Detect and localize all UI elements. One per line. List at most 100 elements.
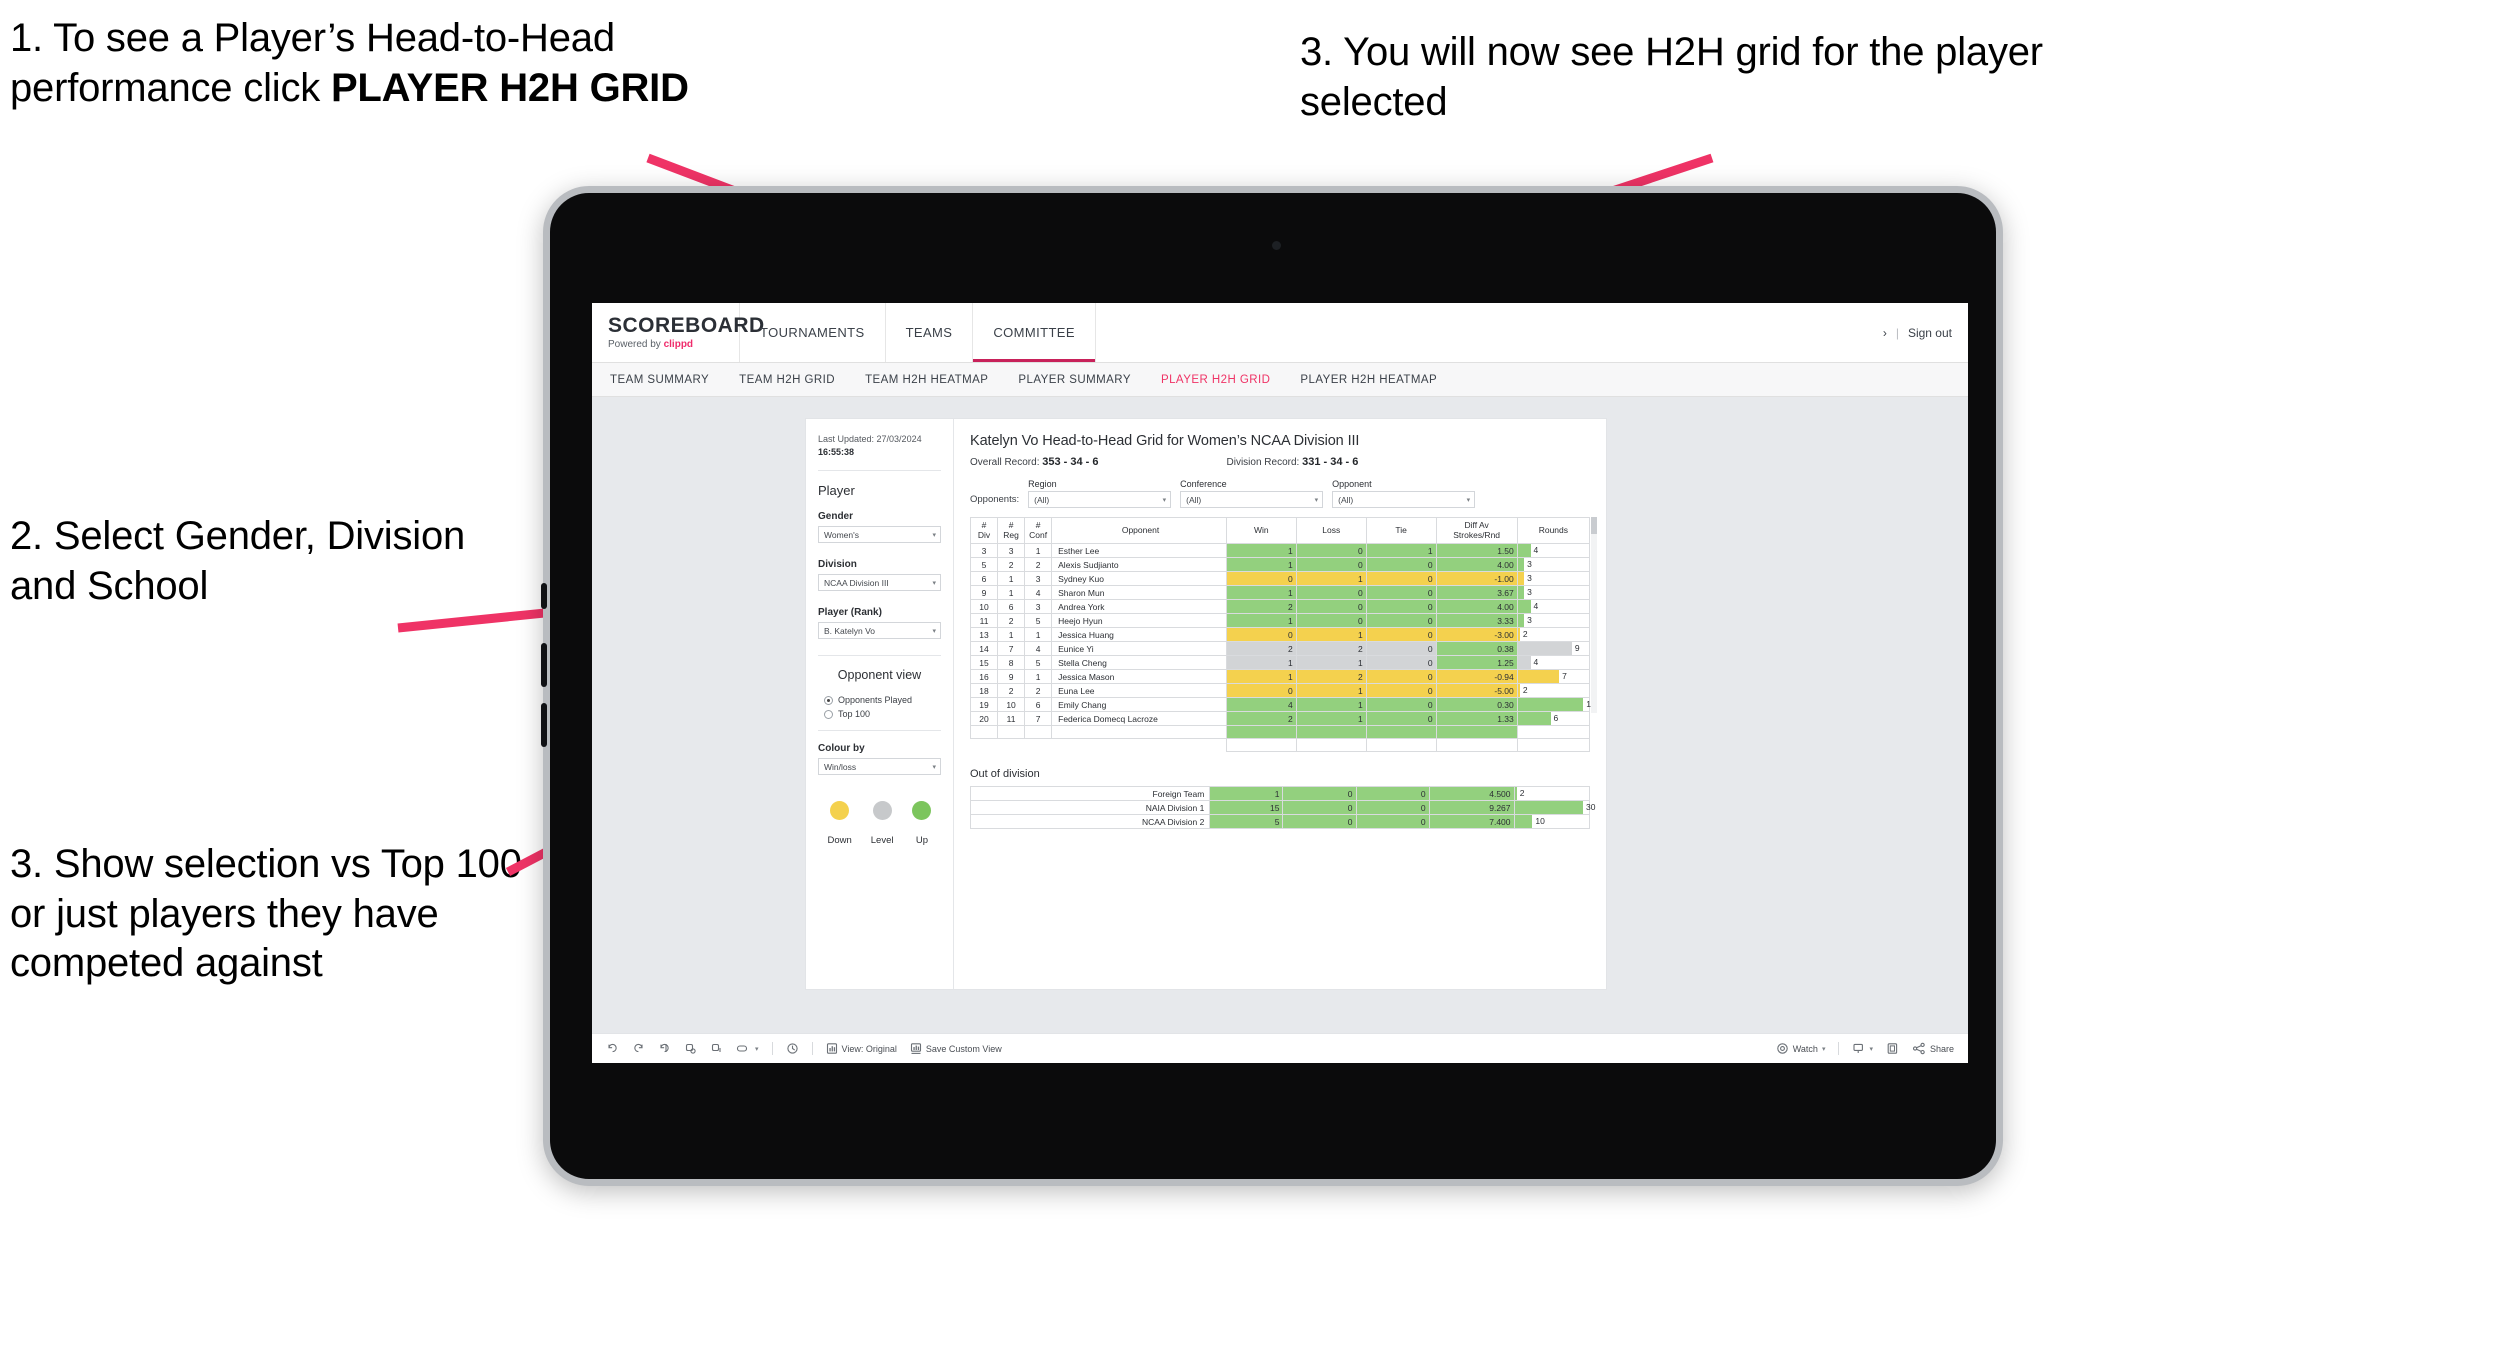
view-original-button[interactable]: View: Original <box>826 1042 897 1055</box>
table-row[interactable]: 20 11 7 Federica Domecq Lacroze 2 1 0 1.33 6 <box>969 711 1591 726</box>
cell-ood-label: NAIA Division 1 <box>969 800 1211 815</box>
table-row[interactable]: 6 1 3 Sydney Kuo 0 1 0 -1.00 3 <box>969 571 1591 586</box>
radio-top-100-label: Top 100 <box>838 709 871 720</box>
out-of-division-row[interactable]: NCAA Division 2 5 0 0 7.400 10 <box>969 814 1591 829</box>
table-row[interactable]: 11 2 5 Heejo Hyun 1 0 0 3.33 3 <box>969 613 1591 628</box>
watch-button[interactable]: Watch ▾ <box>1776 1042 1825 1055</box>
table-row[interactable]: 14 7 4 Eunice Yi 2 2 0 0.38 9 <box>969 641 1591 656</box>
pause-updates-icon[interactable] <box>710 1042 723 1055</box>
opponent-filter-select[interactable]: (All) ▾ <box>1332 491 1476 508</box>
cell-conf: 3 <box>1024 571 1053 586</box>
account-ellipsis[interactable]: › <box>1883 326 1887 340</box>
region-filter-select[interactable]: (All) ▾ <box>1028 491 1172 508</box>
undo-icon[interactable] <box>606 1042 619 1055</box>
cell-diff-av-strokes: -0.94 <box>1435 669 1518 684</box>
conference-filter-select[interactable]: (All) ▾ <box>1180 491 1324 508</box>
nav-item-tournaments[interactable]: TOURNAMENTS <box>740 303 886 362</box>
cell-opponent: Esther Lee <box>1051 543 1227 558</box>
share-button[interactable]: Share <box>1912 1042 1954 1055</box>
device-layout-icon[interactable]: ▾ <box>736 1042 759 1055</box>
cell-tie: 0 <box>1365 655 1437 670</box>
table-row[interactable]: 16 9 1 Jessica Mason 1 2 0 -0.94 7 <box>969 669 1591 684</box>
cell-rounds: 4 <box>1516 655 1591 670</box>
table-row[interactable]: 5 2 2 Alexis Sudjianto 1 0 0 4.00 3 <box>969 557 1591 572</box>
cell-opponent: Jessica Huang <box>1051 627 1227 642</box>
radio-top-100[interactable]: Top 100 <box>818 709 941 719</box>
nav-item-committee[interactable]: COMMITTEE <box>973 303 1096 362</box>
cell-win: 0 <box>1225 627 1297 642</box>
gender-select[interactable]: Women's ▾ <box>818 526 941 544</box>
table-row[interactable]: 15 8 5 Stella Cheng 1 1 0 1.25 4 <box>969 655 1591 670</box>
revert-icon[interactable] <box>658 1042 671 1055</box>
tab-team-summary[interactable]: TEAM SUMMARY <box>610 374 709 386</box>
table-row[interactable]: 13 1 1 Jessica Huang 0 1 0 -3.00 2 <box>969 627 1591 642</box>
table-row[interactable]: 18 2 2 Euna Lee 0 1 0 -5.00 2 <box>969 683 1591 698</box>
view-original-label: View: Original <box>841 1043 897 1054</box>
player-rank-select[interactable]: B. Katelyn Vo ▾ <box>818 622 941 640</box>
table-row[interactable]: 10 6 3 Andrea York 2 0 0 4.00 4 <box>969 599 1591 614</box>
clippd-wordmark: clippd <box>663 339 694 350</box>
refresh-icon[interactable] <box>684 1042 697 1055</box>
cell-ood-loss: 0 <box>1282 786 1357 801</box>
cell-opponent: Eunice Yi <box>1051 641 1227 656</box>
cell-reg: 2 <box>997 683 1026 698</box>
sign-out-link[interactable]: Sign out <box>1908 326 1952 340</box>
cell-reg: 1 <box>997 585 1026 600</box>
annotation-step-4: 3. You will now see H2H grid for the pla… <box>1300 30 2043 124</box>
out-of-division-row[interactable]: Foreign Team 1 0 0 4.500 2 <box>969 786 1591 801</box>
tab-player-h2h-heatmap[interactable]: PLAYER H2H HEATMAP <box>1300 374 1437 386</box>
fullscreen-icon[interactable] <box>1886 1042 1899 1055</box>
cell-rounds: 2 <box>1516 627 1591 642</box>
tab-player-summary[interactable]: PLAYER SUMMARY <box>1018 374 1131 386</box>
records-row: Overall Record: 353 - 34 - 6 Division Re… <box>970 456 1590 468</box>
download-icon[interactable]: ▾ <box>1852 1042 1873 1055</box>
out-of-division-row[interactable]: NAIA Division 1 15 0 0 9.267 30 <box>969 800 1596 815</box>
cell-rounds: 11 <box>1516 697 1595 712</box>
cell-conf: 6 <box>1024 697 1053 712</box>
cell-tie: 0 <box>1365 571 1437 586</box>
save-custom-view-button[interactable]: Save Custom View <box>910 1042 1002 1055</box>
col-div: # Div <box>969 517 999 544</box>
gender-value: Women's <box>824 529 860 540</box>
cell-win: 4 <box>1225 697 1297 712</box>
redo-icon[interactable] <box>632 1042 645 1055</box>
cell-diff-av-strokes: 0.38 <box>1435 641 1518 656</box>
cell-diff-av-strokes: 4.00 <box>1435 557 1518 572</box>
player-rank-value: B. Katelyn Vo <box>824 625 876 636</box>
division-select[interactable]: NCAA Division III ▾ <box>818 574 941 592</box>
legend-dot-down-icon <box>830 801 850 821</box>
colour-by-select[interactable]: Win/loss ▾ <box>818 758 941 776</box>
table-scrollbar-thumb[interactable] <box>1591 517 1597 534</box>
table-scrollbar[interactable] <box>1591 517 1597 713</box>
radio-opponents-played[interactable]: Opponents Played <box>818 695 941 705</box>
dashboard-card: Last Updated: 27/03/2024 16:55:38 Player… <box>806 419 1606 989</box>
cell-div: 9 <box>969 585 999 600</box>
brand-logo[interactable]: SCOREBOARD Powered by clippd <box>592 303 764 362</box>
volume-down-button[interactable] <box>541 703 547 747</box>
legend-item-up: Up <box>912 801 932 848</box>
volume-up-button[interactable] <box>541 643 547 687</box>
cell-tie: 0 <box>1365 669 1437 684</box>
tab-team-h2h-grid[interactable]: TEAM H2H GRID <box>739 374 835 386</box>
h2h-table-head: # Div # Reg # Conf Opponent Win Loss Tie Di… <box>969 517 1591 544</box>
table-row[interactable]: 19106Emily Chang4100.3011 <box>969 697 1595 712</box>
cell-rounds: 3 <box>1516 613 1591 628</box>
tab-team-h2h-heatmap[interactable]: TEAM H2H HEATMAP <box>865 374 988 386</box>
nav-item-teams[interactable]: TEAMS <box>886 303 974 362</box>
cell-win: 2 <box>1225 711 1297 726</box>
dashboard-sidebar: Last Updated: 27/03/2024 16:55:38 Player… <box>806 419 954 989</box>
overall-record: Overall Record: 353 - 34 - 6 <box>970 456 1099 468</box>
cell-div: 5 <box>969 557 999 572</box>
clock-icon[interactable] <box>786 1042 799 1055</box>
opponent-filter: Opponent (All) ▾ <box>1332 479 1476 508</box>
table-row[interactable]: 3 3 1 Esther Lee 1 0 1 1.50 4 <box>969 543 1591 558</box>
cell-div: 15 <box>969 655 999 670</box>
table-row[interactable]: 9 1 4 Sharon Mun 1 0 0 3.67 3 <box>969 585 1591 600</box>
cell-ood-loss: 0 <box>1282 814 1357 829</box>
out-of-division-body: Foreign Team 1 0 0 4.500 2 NAIA Division 1 15 0 0… <box>969 786 1596 829</box>
cell-ood-win: 5 <box>1209 814 1284 829</box>
cell-diff-av-strokes: 3.33 <box>1435 613 1518 628</box>
power-button[interactable] <box>541 583 547 609</box>
cell-opponent: Andrea York <box>1051 599 1227 614</box>
tab-player-h2h-grid[interactable]: PLAYER H2H GRID <box>1161 374 1270 386</box>
